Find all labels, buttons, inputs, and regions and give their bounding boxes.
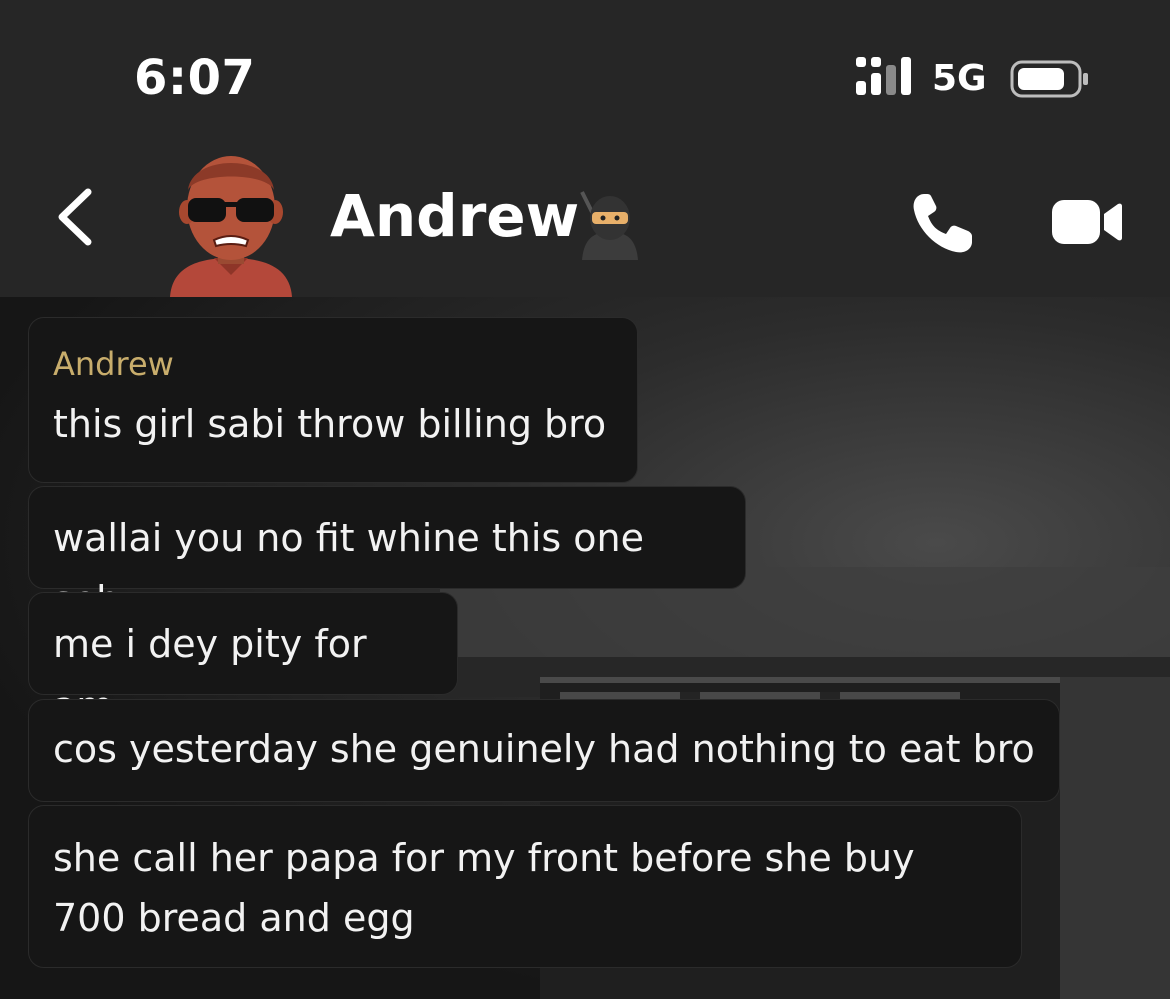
message-bubble[interactable]: Andrew this girl sabi throw billing bro xyxy=(28,317,638,483)
message-text: she call her papa for my front before sh… xyxy=(53,836,915,940)
phone-icon[interactable] xyxy=(910,190,976,256)
chevron-left-icon[interactable] xyxy=(50,186,100,248)
message-sender: Andrew xyxy=(53,345,174,383)
message-bubble[interactable]: me i dey pity for am xyxy=(28,592,458,728)
message-bubble[interactable]: cos yesterday she genuinely had nothing … xyxy=(28,699,1060,802)
video-camera-icon[interactable] xyxy=(1050,196,1122,248)
message-text: cos yesterday she genuinely had nothing … xyxy=(53,727,1035,771)
battery-icon xyxy=(1010,60,1088,98)
ninja-emoji-icon xyxy=(580,191,638,260)
message-text: this girl sabi throw billing bro xyxy=(53,402,607,446)
message-bubble[interactable]: wallai you no fit whine this one seh xyxy=(28,486,746,622)
contact-name[interactable]: Andrew xyxy=(330,182,579,250)
network-type: 5G xyxy=(932,58,987,99)
chat-header: Andrew xyxy=(0,150,1170,297)
signal-bars-icon xyxy=(856,57,911,95)
status-bar: 6:07 5G xyxy=(0,0,1170,150)
avatar[interactable] xyxy=(166,150,296,297)
status-time: 6:07 xyxy=(134,50,256,106)
message-bubble[interactable]: she call her papa for my front before sh… xyxy=(28,805,1022,968)
